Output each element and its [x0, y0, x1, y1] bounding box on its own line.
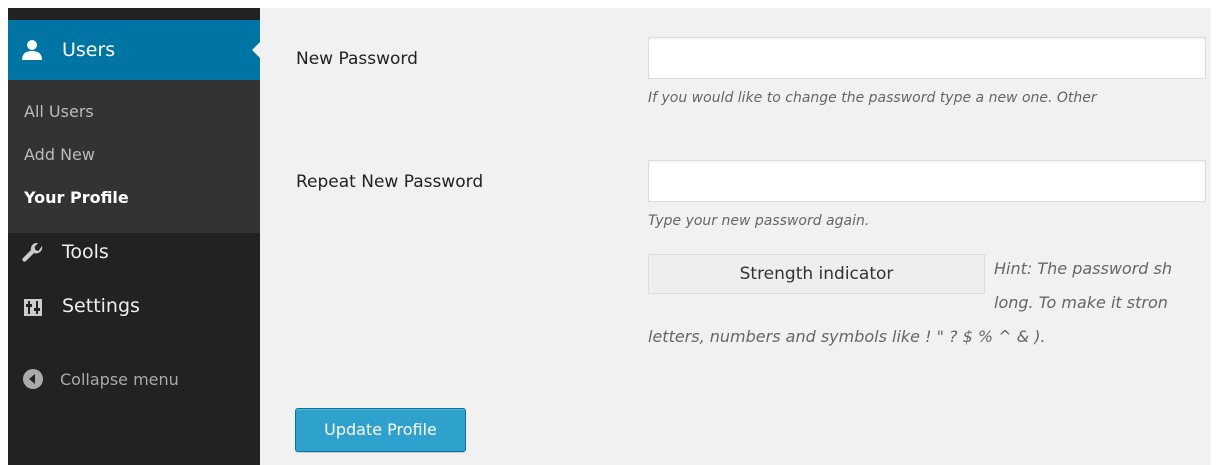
password-hint-line-1: Hint: The password sh	[994, 259, 1173, 278]
password-hint-line-3: letters, numbers and symbols like ! " ? …	[648, 327, 1046, 346]
submenu-item-all-users[interactable]: All Users	[24, 102, 94, 122]
users-submenu: All Users Add New Your Profile	[8, 80, 260, 233]
new-password-label: New Password	[296, 49, 418, 69]
new-password-description: If you would like to change the password…	[648, 90, 1097, 106]
password-strength-indicator: Strength indicator	[648, 254, 985, 294]
sidebar-item-label: Tools	[62, 241, 109, 263]
repeat-password-description: Type your new password again.	[648, 213, 870, 229]
sidebar-item-users[interactable]: Users	[8, 20, 260, 80]
collapse-menu-button[interactable]: Collapse menu	[8, 358, 260, 398]
admin-sidebar: Users All Users Add New Your Profile Too…	[8, 8, 260, 465]
update-profile-button[interactable]: Update Profile	[295, 408, 466, 452]
wrench-icon	[22, 242, 44, 264]
repeat-password-label: Repeat New Password	[296, 172, 484, 192]
collapse-menu-label: Collapse menu	[60, 370, 179, 389]
repeat-password-input[interactable]	[648, 160, 1206, 202]
profile-form-area: New Password If you would like to change…	[260, 8, 1211, 465]
sidebar-item-settings[interactable]: Settings	[8, 286, 260, 326]
collapse-arrow-icon	[22, 368, 44, 390]
sidebar-item-label: Users	[62, 39, 116, 61]
submenu-item-your-profile[interactable]: Your Profile	[24, 188, 129, 208]
sidebar-item-label: Settings	[62, 295, 140, 317]
new-password-input[interactable]	[648, 37, 1206, 79]
submenu-item-add-new[interactable]: Add New	[24, 145, 95, 165]
user-icon	[20, 39, 44, 61]
password-hint-line-2: long. To make it stron	[994, 293, 1168, 312]
sidebar-item-tools[interactable]: Tools	[8, 232, 260, 272]
current-menu-pointer	[252, 42, 260, 58]
sliders-icon	[22, 296, 44, 318]
